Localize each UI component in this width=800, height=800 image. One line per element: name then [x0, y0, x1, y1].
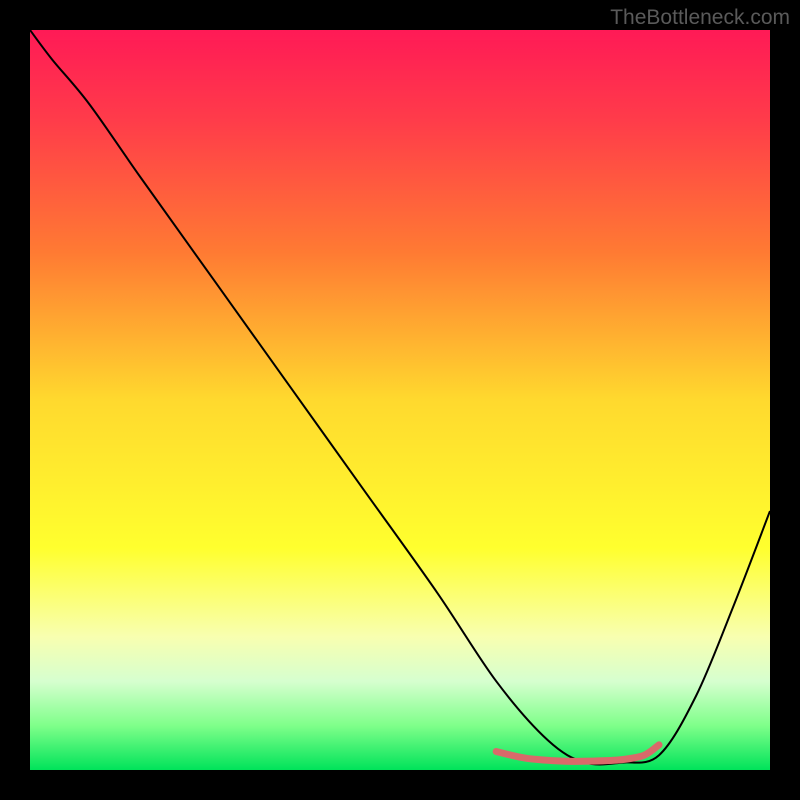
- watermark-label: TheBottleneck.com: [610, 6, 790, 30]
- chart-background: [30, 30, 770, 770]
- chart-svg: [30, 30, 770, 770]
- chart-area: [30, 30, 770, 770]
